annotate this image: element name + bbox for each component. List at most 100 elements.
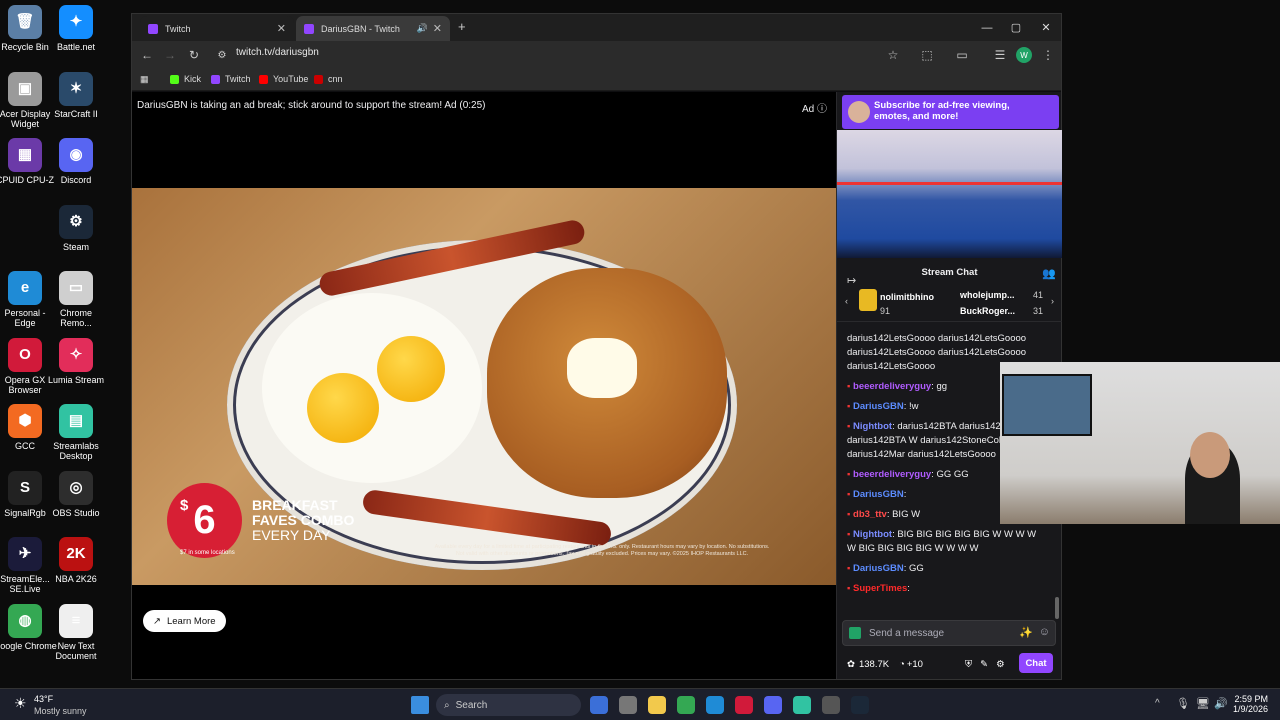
back-icon[interactable]: ←	[139, 47, 155, 63]
tab-search-icon[interactable]: ☰	[992, 47, 1008, 63]
forward-icon[interactable]: →	[162, 47, 178, 63]
bookmark-kick[interactable]: Kick	[170, 74, 201, 84]
desktop-icon-label: Discord	[60, 175, 92, 185]
chat-username[interactable]: DariusGBN	[853, 401, 904, 412]
shield-icon[interactable]: ⛨	[965, 659, 972, 670]
tab-close-icon[interactable]: ✕	[433, 22, 442, 35]
chat-message: ▪ DariusGBN: GG	[847, 562, 1047, 576]
desktop-icon-nba-2k26[interactable]: 2K NBA 2K26	[44, 537, 108, 584]
chat-text: :	[907, 583, 910, 594]
bookmark-twitch[interactable]: Twitch	[211, 74, 251, 84]
bookmark-star-icon[interactable]: ☆	[885, 47, 901, 63]
desktop-icon-obs-studio[interactable]: ◎ OBS Studio	[44, 471, 108, 518]
discord-icon[interactable]	[764, 696, 782, 714]
channel-points-icon[interactable]: ✿	[847, 659, 855, 670]
yolk-image	[377, 336, 445, 402]
speaker-icon[interactable]: 🔊	[417, 23, 428, 34]
desktop-icon-battle-net[interactable]: ✦ Battle.net	[44, 5, 108, 52]
tab-twitch[interactable]: Twitch ✕	[140, 16, 294, 41]
video-player[interactable]: DariusGBN is taking an ad break; stick a…	[132, 92, 836, 679]
desktop-icon-starcraft-ii[interactable]: ✶ StarCraft II	[44, 72, 108, 119]
desktop-icon-label: Lumia Stream	[47, 375, 105, 385]
opera-icon[interactable]	[735, 696, 753, 714]
chat-username[interactable]: beeerdeliveryguy	[853, 381, 931, 392]
chat-username[interactable]: beeerdeliveryguy	[853, 469, 931, 480]
next-arrow-icon[interactable]: ›	[1051, 296, 1054, 306]
tray-chevron-icon[interactable]: ^	[1155, 698, 1160, 709]
chat-username[interactable]: db3_ttv	[853, 509, 887, 520]
close-window-icon[interactable]: ✕	[1031, 14, 1061, 41]
tab-dariusgbn[interactable]: DariusGBN - Twitch 🔊 ✕	[296, 16, 450, 41]
steam-icon[interactable]	[851, 696, 869, 714]
extensions-icon[interactable]: ⬚	[919, 47, 935, 63]
desktop-icon-chrome-remo-[interactable]: ▭ Chrome Remo...	[44, 271, 108, 328]
bookmark-cnn[interactable]: cnn	[314, 74, 343, 84]
desktop-icon-discord[interactable]: ◉ Discord	[44, 138, 108, 185]
pen-icon[interactable]: ✎	[980, 659, 988, 670]
task-view-icon[interactable]	[590, 696, 608, 714]
obs-icon[interactable]	[822, 696, 840, 714]
file-explorer-icon[interactable]	[648, 696, 666, 714]
taskbar-search[interactable]: ⌕ Search	[436, 694, 581, 716]
reload-icon[interactable]: ↻	[186, 47, 202, 63]
desktop-icon-label: Streamlabs Desktop	[53, 441, 99, 461]
desktop-icon-streamlabs-desktop[interactable]: ▤ Streamlabs Desktop	[44, 404, 108, 461]
site-info-icon[interactable]: ⚙	[214, 47, 230, 63]
chat-scrollbar[interactable]	[1055, 597, 1059, 619]
chrome-icon[interactable]	[677, 696, 695, 714]
youtube-icon	[259, 74, 268, 84]
widgets-icon[interactable]	[619, 696, 637, 714]
app-icon: ◍	[8, 604, 42, 638]
weather-icon[interactable]: ☀	[14, 695, 27, 712]
streamlabs-icon[interactable]	[793, 696, 811, 714]
desktop-icon-label: GCC	[15, 441, 35, 451]
subscribe-banner[interactable]: Subscribe for ad-free viewing, emotes, a…	[842, 95, 1059, 129]
gifter-count: 31	[1033, 306, 1044, 316]
desktop-icon-steam[interactable]: ⚙ Steam	[44, 205, 108, 252]
mini-stream-preview[interactable]	[837, 130, 1062, 258]
edge-icon[interactable]	[706, 696, 724, 714]
chat-username[interactable]: SuperTimes	[853, 583, 907, 594]
chat-username[interactable]: Nightbot	[853, 421, 892, 432]
volume-icon[interactable]: 🔊	[1214, 697, 1228, 710]
channel-points: 138.7K	[858, 658, 890, 670]
desktop-icon-label: New Text Document	[55, 641, 97, 661]
chat-username[interactable]: DariusGBN	[853, 563, 904, 574]
apps-grid-icon[interactable]: ▦	[140, 74, 149, 85]
mic-icon[interactable]: 🎙	[1176, 697, 1190, 710]
users-icon[interactable]: 👥	[1042, 267, 1056, 280]
new-tab-button[interactable]: +	[458, 19, 466, 34]
maximize-icon[interactable]: ▢	[1001, 14, 1031, 41]
app-icon: S	[8, 471, 42, 505]
app-icon: ▤	[59, 404, 93, 438]
learn-more-button[interactable]: ↗ Learn More	[143, 610, 226, 632]
desktop-icon-label: Chrome Remo...	[59, 308, 92, 328]
app-icon: ✧	[59, 338, 93, 372]
gear-icon[interactable]: ⚙	[996, 659, 1005, 670]
fine-print: Available every day for a limited time a…	[434, 544, 770, 557]
chat-send-button[interactable]: Chat	[1019, 653, 1053, 673]
clock[interactable]: 2:59 PM 1/9/2026	[1232, 694, 1268, 714]
bits-icon[interactable]	[849, 627, 861, 639]
start-icon[interactable]	[411, 696, 429, 714]
chat-input[interactable]: Send a message ✨ ☺	[842, 620, 1056, 646]
ad-label[interactable]: Ad ⓘ	[802, 100, 827, 115]
tab-close-icon[interactable]: ✕	[277, 22, 286, 35]
bookmark-youtube[interactable]: YouTube	[259, 74, 308, 84]
chat-username[interactable]: DariusGBN	[853, 489, 904, 500]
desktop-icon-new-text-document[interactable]: ≡ New Text Document	[44, 604, 108, 661]
desktop-icon-lumia-stream[interactable]: ✧ Lumia Stream	[44, 338, 108, 385]
sparkle-icon[interactable]: ✨	[1019, 626, 1033, 639]
minimize-icon[interactable]: —	[972, 14, 1002, 41]
menu-kebab-icon[interactable]: ⋮	[1040, 47, 1056, 63]
chat-username[interactable]: Nightbot	[853, 529, 892, 540]
profile-avatar[interactable]: W	[1016, 47, 1032, 63]
face	[1190, 432, 1230, 478]
emote-icon[interactable]: ☺	[1039, 626, 1050, 638]
cast-icon[interactable]: ▭	[954, 47, 970, 63]
info-icon[interactable]: ⓘ	[817, 104, 827, 115]
network-icon[interactable]: 🖥	[1196, 697, 1210, 710]
address-bar[interactable]: twitch.tv/dariusgbn	[236, 47, 319, 58]
prev-arrow-icon[interactable]: ‹	[845, 296, 848, 306]
chat-text: : gg	[931, 381, 948, 392]
